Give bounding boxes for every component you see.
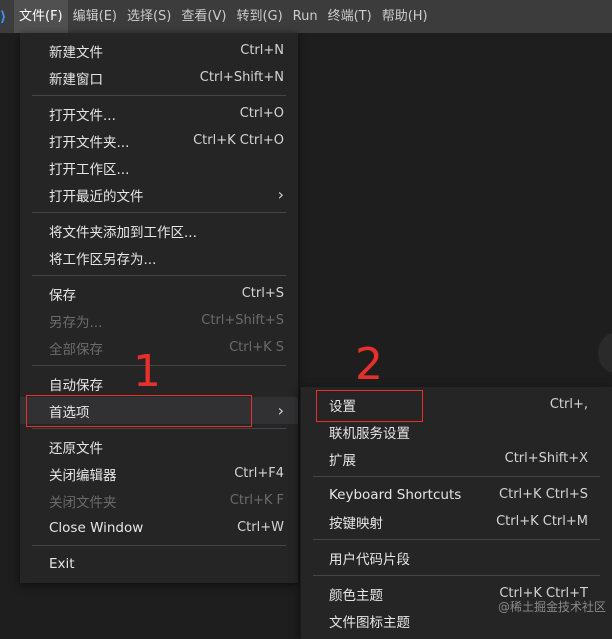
menu-item-label: 颜色主题: [329, 587, 383, 604]
menu-item[interactable]: 打开最近的文件 ›: [20, 181, 298, 208]
menu-item[interactable]: Exit: [20, 550, 298, 577]
menu-item-label: 自动保存: [49, 377, 103, 394]
menu-item-label: Close Window: [49, 519, 144, 536]
menubar-view[interactable]: 查看(V): [176, 0, 231, 33]
menu-item[interactable]: 关闭编辑器 Ctrl+F4: [20, 460, 298, 487]
menu-item: 关闭文件夹 Ctrl+K F: [20, 487, 298, 514]
menu-item-label: 全部保存: [49, 341, 103, 358]
annotation-box-preferences: [26, 395, 252, 427]
menu-item[interactable]: 按键映射 Ctrl+K Ctrl+M: [301, 508, 612, 535]
menu-item-label: Keyboard Shortcuts: [329, 486, 462, 503]
menu-item-shortcut: Ctrl+K F: [229, 493, 284, 508]
menu-item-label: 还原文件: [49, 440, 103, 457]
editor-edge-shape: [598, 333, 612, 373]
menu-item[interactable]: 新建文件 Ctrl+N: [20, 37, 298, 64]
menu-item-label: Exit: [49, 555, 75, 572]
menu-separator: [32, 275, 286, 276]
chevron-right-icon: ›: [277, 185, 284, 204]
menu-separator: [313, 539, 600, 540]
menu-item-shortcut: Ctrl+N: [240, 43, 284, 58]
annotation-box-settings: [316, 390, 423, 422]
menu-separator: [32, 545, 286, 546]
menu-item[interactable]: Close Window Ctrl+W: [20, 514, 298, 541]
annotation-number-1: 1: [133, 346, 161, 397]
menu-item-label: 用户代码片段: [329, 551, 410, 568]
menu-item-shortcut: Ctrl+K Ctrl+O: [193, 133, 284, 148]
menu-item[interactable]: 用户代码片段: [301, 544, 612, 571]
menu-item[interactable]: Keyboard Shortcuts Ctrl+K Ctrl+S: [301, 481, 612, 508]
menu-item-shortcut: Ctrl+W: [237, 520, 284, 535]
menu-item: 另存为... Ctrl+Shift+S: [20, 307, 298, 334]
menu-item-label: 关闭编辑器: [49, 467, 117, 484]
menu-separator: [32, 212, 286, 213]
menu-item-shortcut: Ctrl+,: [549, 397, 588, 412]
menubar-terminal[interactable]: 终端(T): [323, 0, 377, 33]
menubar-run[interactable]: Run: [288, 0, 323, 33]
menu-separator: [32, 428, 286, 429]
menu-item-shortcut: Ctrl+F4: [234, 466, 284, 481]
annotation-number-2: 2: [355, 339, 383, 390]
menu-item-label: 打开工作区...: [49, 161, 130, 178]
menu-item[interactable]: 扩展 Ctrl+Shift+X: [301, 445, 612, 472]
menubar-selection[interactable]: 选择(S): [122, 0, 176, 33]
file-menu: 新建文件 Ctrl+N 新建窗口 Ctrl+Shift+N 打开文件... Ctrl+O 打…: [20, 33, 298, 583]
menubar-edit[interactable]: 编辑(E): [68, 0, 122, 33]
menu-item[interactable]: 将工作区另存为...: [20, 244, 298, 271]
menu-separator: [313, 575, 600, 576]
menu-item[interactable]: 打开文件... Ctrl+O: [20, 100, 298, 127]
watermark: @稀土掘金技术社区: [497, 600, 606, 614]
menu-item-label: 另存为...: [49, 314, 103, 331]
menu-item-shortcut: Ctrl+K Ctrl+S: [499, 487, 588, 502]
menubar-help[interactable]: 帮助(H): [377, 0, 433, 33]
menu-separator: [32, 95, 286, 96]
menu-item[interactable]: 将文件夹添加到工作区...: [20, 217, 298, 244]
menu-item-shortcut: Ctrl+K Ctrl+M: [496, 514, 588, 529]
menu-item-label: 文件图标主题: [329, 614, 410, 631]
menu-item-label: 关闭文件夹: [49, 494, 117, 511]
menu-item[interactable]: 打开文件夹... Ctrl+K Ctrl+O: [20, 127, 298, 154]
menubar-file[interactable]: 文件(F): [14, 0, 68, 33]
menu-item-label: 联机服务设置: [329, 425, 410, 442]
menu-item-label: 保存: [49, 287, 76, 304]
menu-item-label: 按键映射: [329, 515, 383, 532]
menu-item-label: 扩展: [329, 452, 356, 469]
menu-item[interactable]: 保存 Ctrl+S: [20, 280, 298, 307]
menu-item-label: 打开文件...: [49, 107, 116, 124]
vscode-logo-icon: ⟩: [0, 8, 7, 25]
menu-item[interactable]: 联机服务设置: [301, 418, 612, 445]
chevron-right-icon: ›: [277, 401, 284, 420]
menu-item[interactable]: 打开工作区...: [20, 154, 298, 181]
menubar-go[interactable]: 转到(G): [231, 0, 287, 33]
menu-bar: ⟩ 文件(F) 编辑(E) 选择(S) 查看(V) 转到(G) Run 终端(T…: [0, 0, 612, 33]
menu-item-shortcut: Ctrl+O: [239, 106, 284, 121]
menu-item-label: 打开文件夹...: [49, 134, 130, 151]
menu-item-label: 新建窗口: [49, 71, 103, 88]
menu-item-shortcut: Ctrl+Shift+X: [504, 451, 588, 466]
menu-separator: [313, 476, 600, 477]
menu-item[interactable]: 新建窗口 Ctrl+Shift+N: [20, 64, 298, 91]
menu-item-label: 将文件夹添加到工作区...: [49, 224, 197, 241]
menu-item-label: 将工作区另存为...: [49, 251, 157, 268]
menu-item-shortcut: Ctrl+Shift+S: [201, 313, 284, 328]
menu-item-label: 打开最近的文件: [49, 188, 144, 205]
menu-item-shortcut: Ctrl+K S: [229, 340, 284, 355]
menu-item[interactable]: 还原文件: [20, 433, 298, 460]
menu-item-shortcut: Ctrl+S: [241, 286, 284, 301]
menu-item-label: 新建文件: [49, 44, 103, 61]
menu-item-shortcut: Ctrl+Shift+N: [199, 70, 284, 85]
